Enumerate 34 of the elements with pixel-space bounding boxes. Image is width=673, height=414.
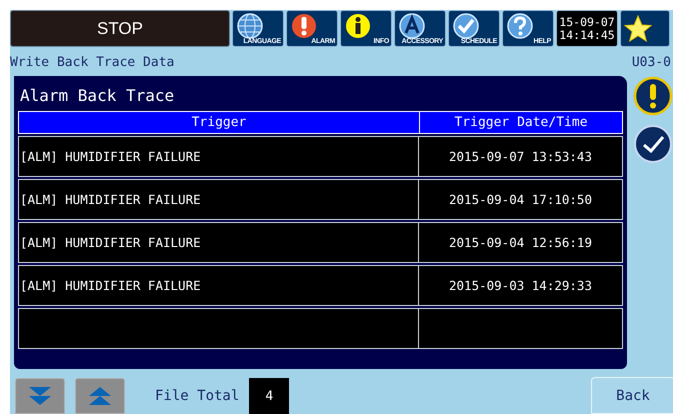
globe-icon: [236, 12, 264, 40]
page-up-button[interactable]: [75, 378, 125, 414]
file-total-value: 4: [249, 378, 290, 414]
back-button[interactable]: Back: [591, 377, 673, 414]
table-cell-text: 2015-09-04 17:10:50: [448, 191, 593, 209]
column-header: Trigger Date/Time: [453, 114, 589, 132]
letter-icon: [398, 12, 426, 40]
exclamation-icon: [633, 76, 673, 116]
table-cell-text: 2015-09-07 13:53:43: [448, 148, 593, 166]
clock-display: 15-09-07 14:14:45: [556, 10, 618, 47]
favorites-button[interactable]: [620, 10, 670, 47]
double-down-arrow-icon: [27, 385, 53, 407]
screen-id: U03-0: [632, 54, 671, 70]
info-icon: [344, 12, 372, 40]
exclamation-icon: [290, 12, 318, 40]
double-up-arrow-icon: [87, 385, 113, 407]
page-down-button[interactable]: [15, 378, 65, 414]
status-display: STOP: [10, 10, 230, 47]
table-cell-text: 2015-09-03 14:29:33: [448, 277, 593, 295]
screen-title: Write Back Trace Data: [10, 54, 174, 70]
table-cell: [ALM] HUMIDIFIER FAILURE: [19, 266, 419, 305]
alarm-button[interactable]: [633, 76, 673, 116]
table-cell: [ALM] HUMIDIFIER FAILURE: [19, 223, 419, 262]
confirm-button[interactable]: [633, 124, 673, 164]
checkmark-icon: [452, 12, 480, 40]
question-icon: [506, 12, 534, 40]
table-cell: [ALM] HUMIDIFIER FAILURE: [19, 180, 419, 219]
table-cell-text: 2015-09-04 12:56:19: [448, 234, 593, 252]
file-total-label: File Total: [155, 387, 240, 406]
star-icon: [623, 14, 653, 44]
checkmark-icon: [633, 124, 673, 164]
panel-title: Alarm Back Trace: [19, 84, 176, 106]
column-header: Trigger: [19, 112, 420, 133]
table-cell: [ALM] HUMIDIFIER FAILURE: [19, 137, 419, 176]
